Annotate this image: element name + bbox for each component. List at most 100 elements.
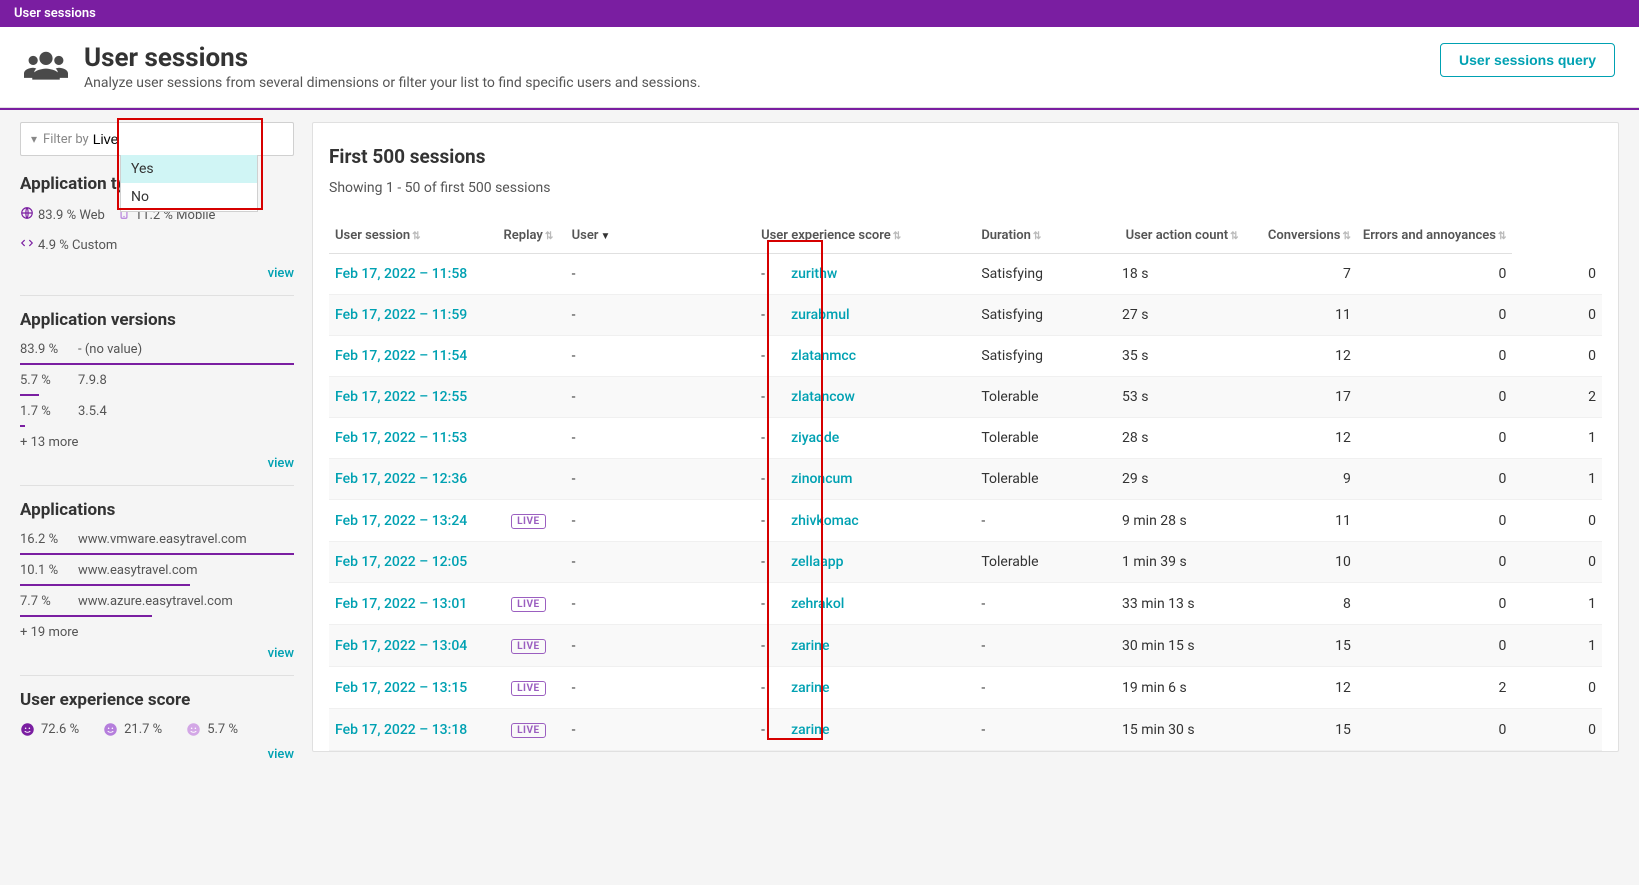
bar-percent: 1.7 % <box>20 404 66 419</box>
col-user[interactable]: User▼ <box>566 218 755 254</box>
duration-cell: 18 s <box>1116 254 1244 295</box>
errors-cell: 0 <box>1512 295 1602 336</box>
table-row[interactable]: Feb 17, 2022 – 11:53--ziyaddeTolerable28… <box>329 418 1602 459</box>
user-link[interactable]: zarine <box>791 680 829 696</box>
user-link[interactable]: zlatancow <box>791 389 855 405</box>
sessions-title: First 500 sessions <box>329 145 1602 168</box>
filter-input[interactable] <box>93 131 283 147</box>
col-action-count[interactable]: User action count⇅ <box>1116 218 1244 254</box>
app-type-item: 83.9 % Web <box>20 206 105 224</box>
live-badge: LIVE <box>511 681 546 696</box>
session-timestamp-link[interactable]: Feb 17, 2022 – 11:53 <box>335 430 467 446</box>
replay-dash: - <box>761 722 791 738</box>
table-row[interactable]: Feb 17, 2022 – 13:15LIVE--zarine-19 min … <box>329 667 1602 709</box>
session-timestamp-link[interactable]: Feb 17, 2022 – 12:55 <box>335 389 467 405</box>
table-row[interactable]: Feb 17, 2022 – 13:18LIVE--zarine-15 min … <box>329 709 1602 751</box>
errors-cell: 0 <box>1512 542 1602 583</box>
user-link[interactable]: zehrakol <box>791 596 844 612</box>
bar-fill <box>20 425 25 427</box>
user-link[interactable]: zlatanmcc <box>791 348 856 364</box>
view-link-app-type[interactable]: view <box>268 266 294 281</box>
replay-cell <box>491 295 565 336</box>
session-timestamp-link[interactable]: Feb 17, 2022 – 13:15 <box>335 680 467 696</box>
user-link[interactable]: zarine <box>791 722 829 738</box>
conversions-cell: 0 <box>1357 625 1512 667</box>
replay-cell <box>491 542 565 583</box>
errors-cell: 0 <box>1512 500 1602 542</box>
conversions-cell: 0 <box>1357 583 1512 625</box>
session-timestamp-link[interactable]: Feb 17, 2022 – 11:59 <box>335 307 467 323</box>
view-link-applications[interactable]: view <box>268 646 294 661</box>
errors-cell: 1 <box>1512 625 1602 667</box>
filter-label: Filter by <box>43 132 89 147</box>
top-bar: User sessions <box>0 0 1639 27</box>
session-timestamp-link[interactable]: Feb 17, 2022 – 11:54 <box>335 348 467 364</box>
table-row[interactable]: Feb 17, 2022 – 12:05--zellaappTolerable1… <box>329 542 1602 583</box>
divider <box>20 295 294 296</box>
table-row[interactable]: Feb 17, 2022 – 11:54--zlatanmccSatisfyin… <box>329 336 1602 377</box>
table-row[interactable]: Feb 17, 2022 – 11:59--zurabmulSatisfying… <box>329 295 1602 336</box>
user-link[interactable]: zinoncum <box>791 471 852 487</box>
user-sessions-query-button[interactable]: User sessions query <box>1440 43 1615 77</box>
panel-applications: Applications 16.2 %www.vmware.easytravel… <box>20 500 294 661</box>
action-count-cell: 7 <box>1244 254 1356 295</box>
user-link[interactable]: zellaapp <box>791 554 843 570</box>
session-timestamp-link[interactable]: Feb 17, 2022 – 13:18 <box>335 722 467 738</box>
replay-status: - <box>566 418 755 459</box>
user-link[interactable]: ziyadde <box>791 430 839 446</box>
action-count-cell: 15 <box>1244 625 1356 667</box>
col-duration[interactable]: Duration⇅ <box>975 218 1116 254</box>
replay-dash: - <box>761 348 791 364</box>
conversions-cell: 2 <box>1357 667 1512 709</box>
ux-score-cell: - <box>975 709 1116 751</box>
user-link[interactable]: zurithw <box>791 266 837 282</box>
more-link[interactable]: + 19 more <box>20 625 294 640</box>
bar-label: www.azure.easytravel.com <box>78 594 294 609</box>
bar-percent: 7.7 % <box>20 594 66 609</box>
col-conversions[interactable]: Conversions⇅ <box>1244 218 1356 254</box>
col-user-session[interactable]: User session⇅ <box>329 218 491 254</box>
panel-user-experience: User experience score 72.6 %21.7 %5.7 % … <box>20 690 294 762</box>
session-timestamp-link[interactable]: Feb 17, 2022 – 13:04 <box>335 638 467 654</box>
more-link[interactable]: + 13 more <box>20 435 294 450</box>
col-ux-score[interactable]: User experience score⇅ <box>755 218 975 254</box>
session-timestamp-link[interactable]: Feb 17, 2022 – 11:58 <box>335 266 467 282</box>
replay-status: - <box>566 583 755 625</box>
session-timestamp-link[interactable]: Feb 17, 2022 – 12:05 <box>335 554 467 570</box>
replay-cell: LIVE <box>491 709 565 751</box>
page-subtitle: Analyze user sessions from several dimen… <box>84 75 701 91</box>
session-timestamp-link[interactable]: Feb 17, 2022 – 13:01 <box>335 596 467 612</box>
bar-row: 10.1 %www.easytravel.com <box>20 563 294 578</box>
replay-cell: LIVE <box>491 625 565 667</box>
ux-score-cell: Satisfying <box>975 336 1116 377</box>
action-count-cell: 11 <box>1244 500 1356 542</box>
session-timestamp-link[interactable]: Feb 17, 2022 – 13:24 <box>335 513 467 529</box>
user-link[interactable]: zarine <box>791 638 829 654</box>
errors-cell: 0 <box>1512 254 1602 295</box>
user-link[interactable]: zhivkomac <box>791 513 859 529</box>
col-replay[interactable]: Replay⇅ <box>491 218 565 254</box>
replay-dash: - <box>761 471 791 487</box>
view-link-ux[interactable]: view <box>268 747 294 762</box>
filter-option-yes[interactable]: Yes <box>121 155 257 183</box>
filter-option-no[interactable]: No <box>121 183 257 211</box>
table-row[interactable]: Feb 17, 2022 – 11:58--zurithwSatisfying1… <box>329 254 1602 295</box>
table-row[interactable]: Feb 17, 2022 – 13:01LIVE--zehrakol-33 mi… <box>329 583 1602 625</box>
table-row[interactable]: Feb 17, 2022 – 13:04LIVE--zarine-30 min … <box>329 625 1602 667</box>
filter-bar[interactable]: ▾ Filter by <box>20 122 294 156</box>
table-row[interactable]: Feb 17, 2022 – 12:36--zinoncumTolerable2… <box>329 459 1602 500</box>
bar-track <box>20 425 294 427</box>
col-errors[interactable]: Errors and annoyances⇅ <box>1357 218 1512 254</box>
view-link-app-versions[interactable]: view <box>268 456 294 471</box>
table-row[interactable]: Feb 17, 2022 – 13:24LIVE--zhivkomac-9 mi… <box>329 500 1602 542</box>
action-count-cell: 10 <box>1244 542 1356 583</box>
user-link[interactable]: zurabmul <box>791 307 850 323</box>
bar-fill <box>20 363 294 365</box>
table-row[interactable]: Feb 17, 2022 – 12:55--zlatancowTolerable… <box>329 377 1602 418</box>
action-count-cell: 11 <box>1244 295 1356 336</box>
conversions-cell: 0 <box>1357 459 1512 500</box>
replay-status: - <box>566 254 755 295</box>
session-timestamp-link[interactable]: Feb 17, 2022 – 12:36 <box>335 471 467 487</box>
errors-cell: 0 <box>1512 667 1602 709</box>
globe-icon <box>20 206 34 224</box>
